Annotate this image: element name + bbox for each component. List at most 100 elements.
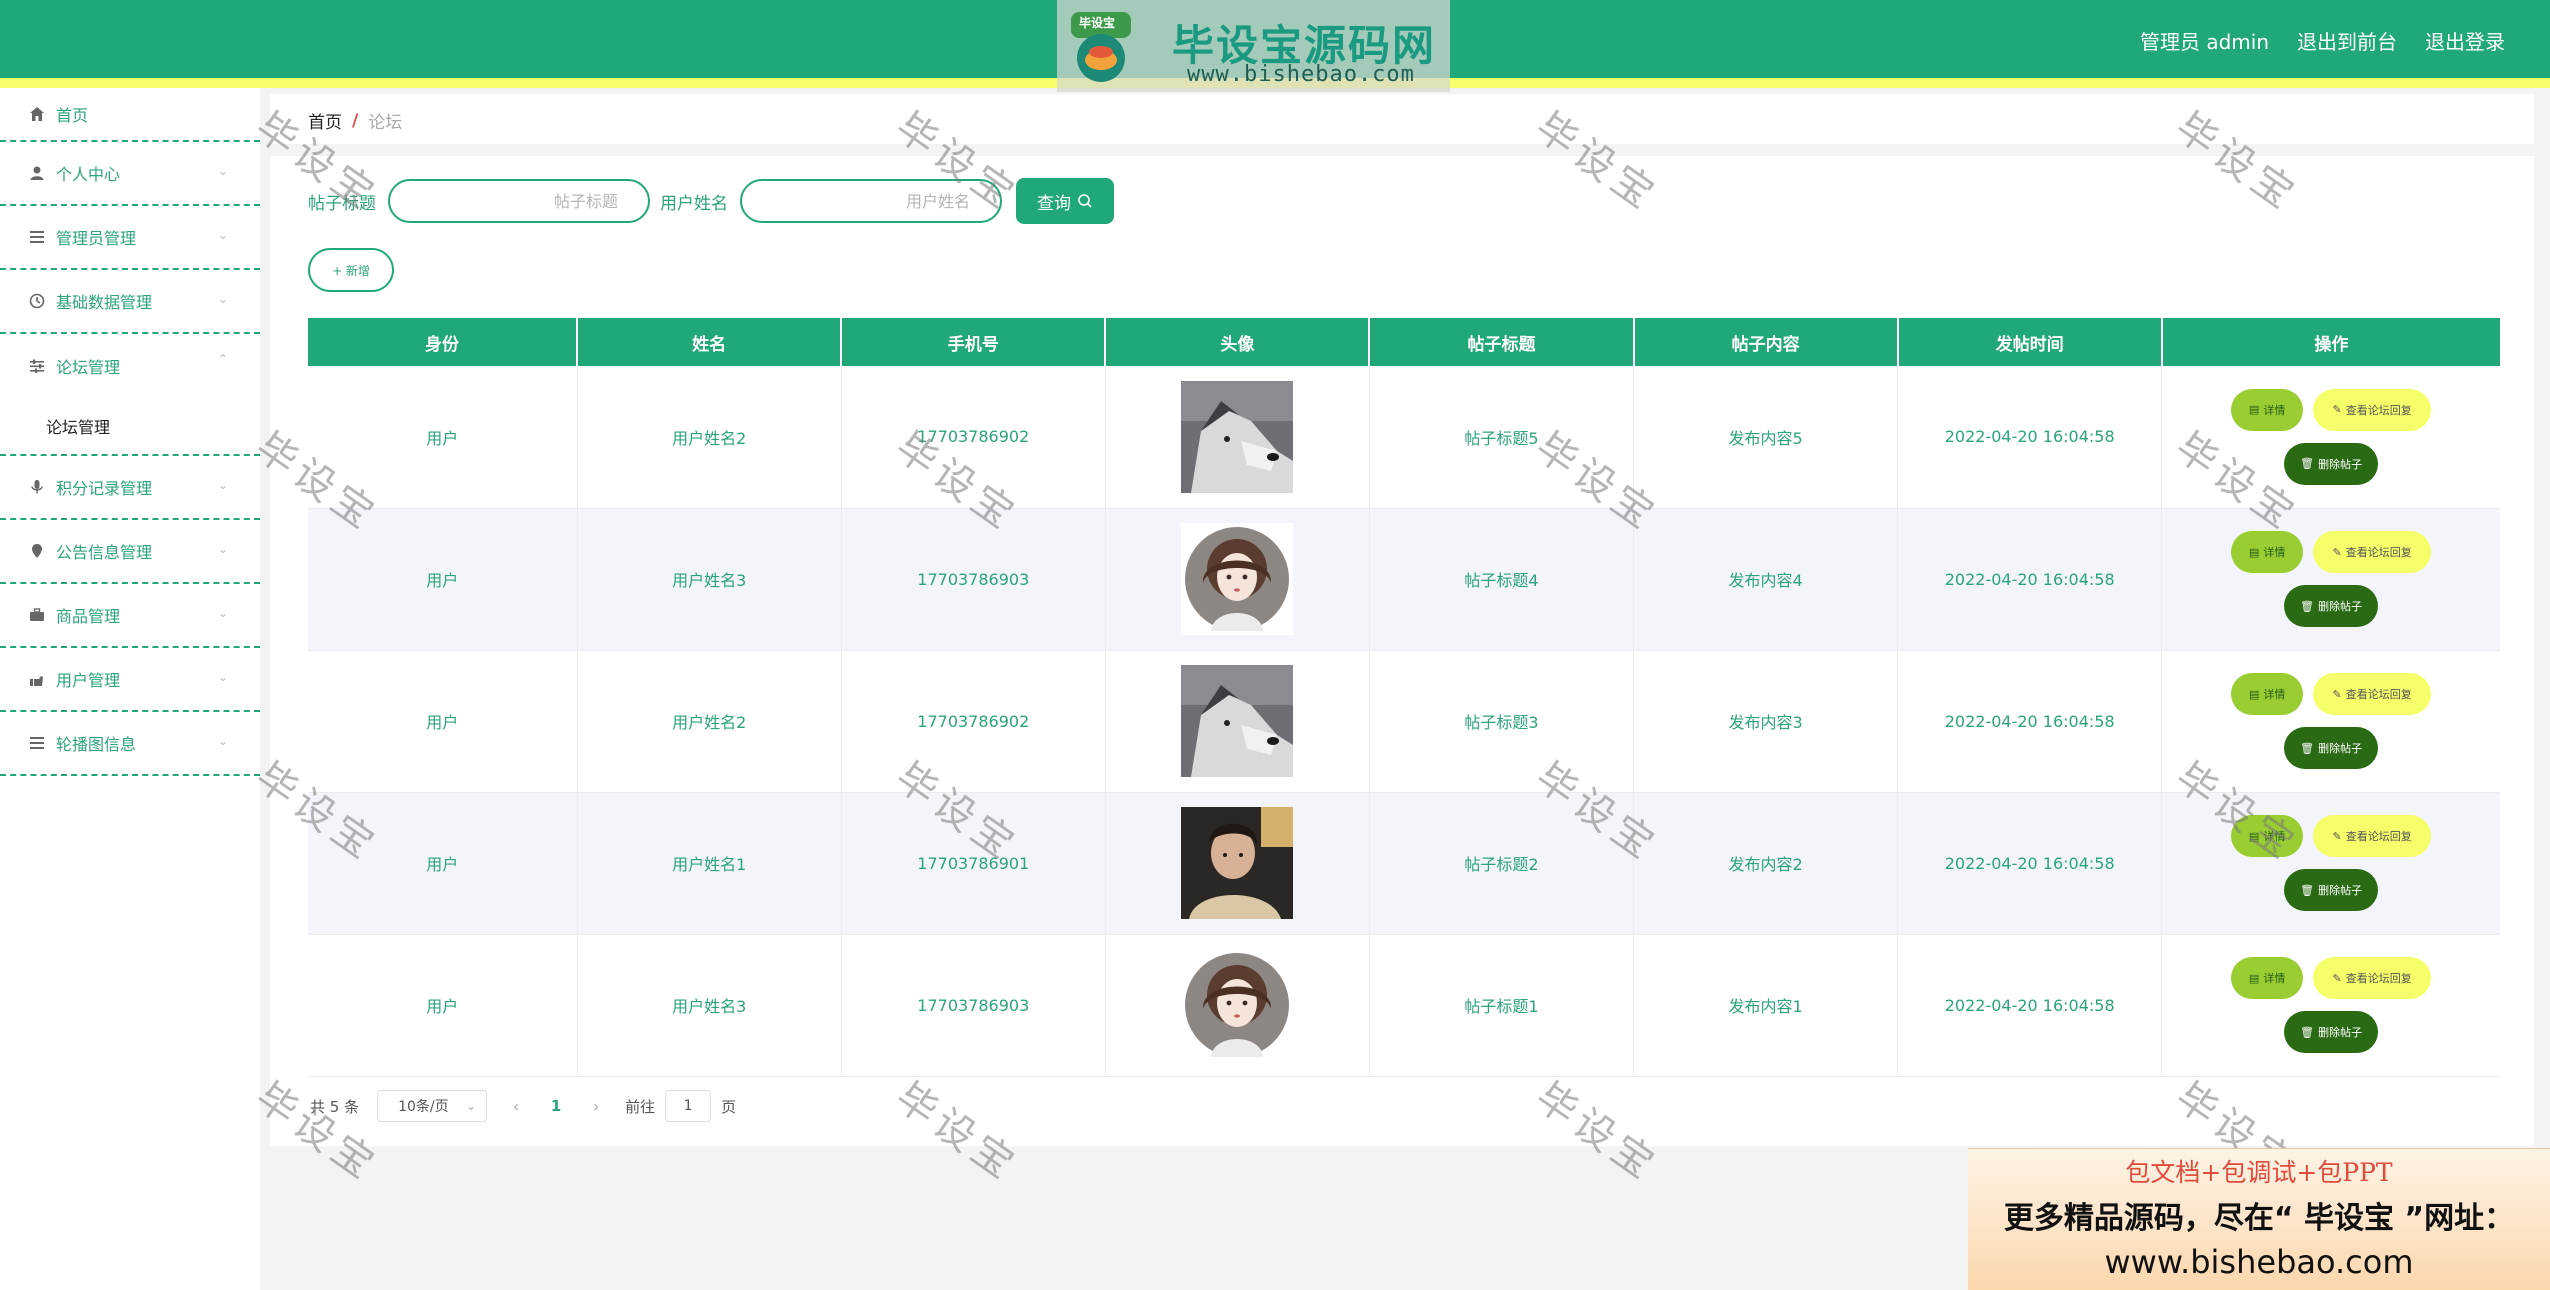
table-row: 用户 用户姓名1 17703786901 帖子标题2 发布内容2 2022-04-20 1… <box>308 792 2500 935</box>
sidebar-item-notices[interactable]: 公告信息管理 ⌄ <box>0 520 260 584</box>
search-form: 帖子标题 用户姓名 查询 <box>308 178 1114 224</box>
cell-content: 发布内容4 <box>1633 508 1899 651</box>
sidebar-item-carousel[interactable]: 轮播图信息 ⌄ <box>0 712 260 776</box>
breadcrumb-separator: / <box>352 110 359 131</box>
cell-content: 发布内容3 <box>1633 650 1899 793</box>
trash-icon: 🗑 <box>2300 883 2315 897</box>
cell-avatar <box>1105 366 1370 509</box>
delete-post-button-label: 删除帖子 <box>2318 1026 2363 1039</box>
pagination-total: 共 5 条 <box>310 1097 360 1116</box>
add-button[interactable]: + 新增 <box>308 248 394 292</box>
row-actions-top: ▤ 详情 ✎ 查看论坛回复 <box>2231 388 2432 431</box>
detail-button[interactable]: ▤ 详情 <box>2231 815 2304 857</box>
ad-line-2: 更多精品源码，尽在“ 毕设宝 ”网址： <box>2003 1201 2515 1236</box>
sidebar-item-home[interactable]: 首页 <box>0 88 260 142</box>
cell-title: 帖子标题4 <box>1369 508 1635 651</box>
edit-icon: ✎ <box>2332 971 2342 985</box>
page-goto: 前往 页 <box>625 1090 736 1122</box>
cell-avatar <box>1105 792 1370 935</box>
row-actions: ▤ 详情 ✎ 查看论坛回复 🗑 删除帖子 <box>2162 531 2500 627</box>
row-actions: ▤ 详情 ✎ 查看论坛回复 🗑 删除帖子 <box>2162 815 2500 911</box>
view-replies-button-label: 查看论坛回复 <box>2345 688 2412 701</box>
name-search-input[interactable] <box>740 179 1002 223</box>
detail-button[interactable]: ▤ 详情 <box>2231 388 2304 431</box>
cell-ops: ▤ 详情 ✎ 查看论坛回复 🗑 删除帖子 <box>2161 934 2500 1077</box>
cell-phone: 17703786902 <box>841 650 1106 793</box>
column-header: 手机号 <box>841 318 1107 366</box>
sidebar-item-users[interactable]: 用户管理 ⌄ <box>0 648 260 712</box>
next-page-icon[interactable]: › <box>585 1097 607 1116</box>
query-button[interactable]: 查询 <box>1016 178 1114 224</box>
delete-post-button-label: 删除帖子 <box>2318 600 2363 613</box>
sidebar-subitem-label: 论坛管理 <box>46 418 111 437</box>
sidebar-item-label: 公告信息管理 <box>56 543 153 562</box>
title-search-input[interactable] <box>388 179 650 223</box>
ad-line-1: 包文档+包调试+包PPT <box>2125 1158 2393 1187</box>
ad-line-3: www.bishebao.com <box>2104 1243 2414 1281</box>
cell-ops: ▤ 详情 ✎ 查看论坛回复 🗑 删除帖子 <box>2161 366 2500 509</box>
sidebar-item-forum[interactable]: 论坛管理 ⌃ <box>0 334 260 398</box>
sidebar-item-label: 论坛管理 <box>56 358 121 377</box>
view-replies-button[interactable]: ✎ 查看论坛回复 <box>2313 531 2432 573</box>
view-replies-button[interactable]: ✎ 查看论坛回复 <box>2313 388 2432 431</box>
forum-table: 身份 姓名 手机号 头像 帖子标题 帖子内容 发帖时间 操作 用户 用户姓名2 17… <box>308 318 2500 1077</box>
page-number-current[interactable]: 1 <box>545 1097 567 1115</box>
column-header: 姓名 <box>577 318 843 366</box>
delete-post-button[interactable]: 🗑 删除帖子 <box>2284 1011 2379 1053</box>
breadcrumb-current: 论坛 <box>368 113 403 133</box>
sidebar-item-basic-data[interactable]: 基础数据管理 ⌄ <box>0 270 260 334</box>
cell-phone: 17703786901 <box>841 792 1106 935</box>
front-link[interactable]: 退出到前台 <box>2297 26 2397 55</box>
sidebar-item-points[interactable]: 积分记录管理 ⌄ <box>0 456 260 520</box>
goto-page-input[interactable] <box>665 1090 712 1122</box>
sidebar-item-label: 商品管理 <box>56 607 121 626</box>
row-actions-top: ▤ 详情 ✎ 查看论坛回复 <box>2231 957 2432 999</box>
title-search-label: 帖子标题 <box>308 193 376 214</box>
delete-post-button-label: 删除帖子 <box>2318 884 2363 897</box>
logout-link[interactable]: 退出登录 <box>2425 26 2505 55</box>
table-row: 用户 用户姓名3 17703786903 帖子标题1 发布内容1 2022-04-20 1… <box>308 934 2500 1077</box>
prev-page-icon[interactable]: ‹ <box>505 1097 527 1116</box>
view-replies-button[interactable]: ✎ 查看论坛回复 <box>2313 815 2432 857</box>
page-size-select[interactable]: 10条/页 ⌄ <box>377 1090 488 1122</box>
delete-post-button[interactable]: 🗑 删除帖子 <box>2284 585 2379 627</box>
cell-ops: ▤ 详情 ✎ 查看论坛回复 🗑 删除帖子 <box>2161 650 2500 793</box>
delete-post-button[interactable]: 🗑 删除帖子 <box>2284 727 2379 769</box>
home-icon <box>28 105 46 123</box>
site-logo: 毕设宝 毕设宝源码网 www.bishebao.com <box>1057 0 1450 92</box>
delete-post-button[interactable]: 🗑 删除帖子 <box>2284 442 2379 485</box>
detail-button[interactable]: ▤ 详情 <box>2231 957 2304 999</box>
sidebar-subitem-forum-manage[interactable]: 论坛管理 <box>0 398 260 456</box>
sidebar-item-admins[interactable]: 管理员管理 ⌄ <box>0 206 260 270</box>
row-actions-top: ▤ 详情 ✎ 查看论坛回复 <box>2231 531 2432 573</box>
detail-button[interactable]: ▤ 详情 <box>2231 531 2304 573</box>
view-replies-button[interactable]: ✎ 查看论坛回复 <box>2313 957 2432 999</box>
breadcrumb-home[interactable]: 首页 <box>308 108 342 133</box>
sidebar-item-label: 管理员管理 <box>56 229 137 248</box>
column-header: 操作 <box>2161 318 2500 366</box>
delete-post-button[interactable]: 🗑 删除帖子 <box>2284 869 2379 911</box>
trash-icon: 🗑 <box>2300 741 2315 755</box>
breadcrumb: 首页 / 论坛 <box>308 108 403 134</box>
chevron-down-icon: ⌄ <box>218 164 229 178</box>
view-replies-button-label: 查看论坛回复 <box>2345 972 2412 985</box>
pin-icon <box>28 542 46 560</box>
sidebar-item-personal[interactable]: 个人中心 ⌄ <box>0 142 260 206</box>
cell-title: 帖子标题1 <box>1369 934 1635 1077</box>
edit-icon: ✎ <box>2332 687 2342 701</box>
cell-title: 帖子标题3 <box>1369 650 1635 793</box>
ad-banner[interactable]: 包文档+包调试+包PPT 更多精品源码，尽在“ 毕设宝 ”网址： www.bis… <box>1968 1148 2550 1290</box>
admin-user-label[interactable]: 管理员 admin <box>2140 26 2269 55</box>
view-replies-button-label: 查看论坛回复 <box>2345 830 2412 843</box>
user-icon <box>28 164 46 182</box>
sidebar-item-label: 轮播图信息 <box>56 735 137 754</box>
row-actions: ▤ 详情 ✎ 查看论坛回复 🗑 删除帖子 <box>2162 388 2500 485</box>
cell-name: 用户姓名2 <box>577 366 842 509</box>
chevron-up-icon: ⌃ <box>218 352 229 366</box>
detail-button[interactable]: ▤ 详情 <box>2231 673 2304 715</box>
view-replies-button[interactable]: ✎ 查看论坛回复 <box>2313 673 2432 715</box>
cell-name: 用户姓名3 <box>577 508 842 651</box>
edit-icon: ✎ <box>2332 545 2342 559</box>
detail-icon: ▤ <box>2248 403 2260 417</box>
sidebar-item-goods[interactable]: 商品管理 ⌄ <box>0 584 260 648</box>
